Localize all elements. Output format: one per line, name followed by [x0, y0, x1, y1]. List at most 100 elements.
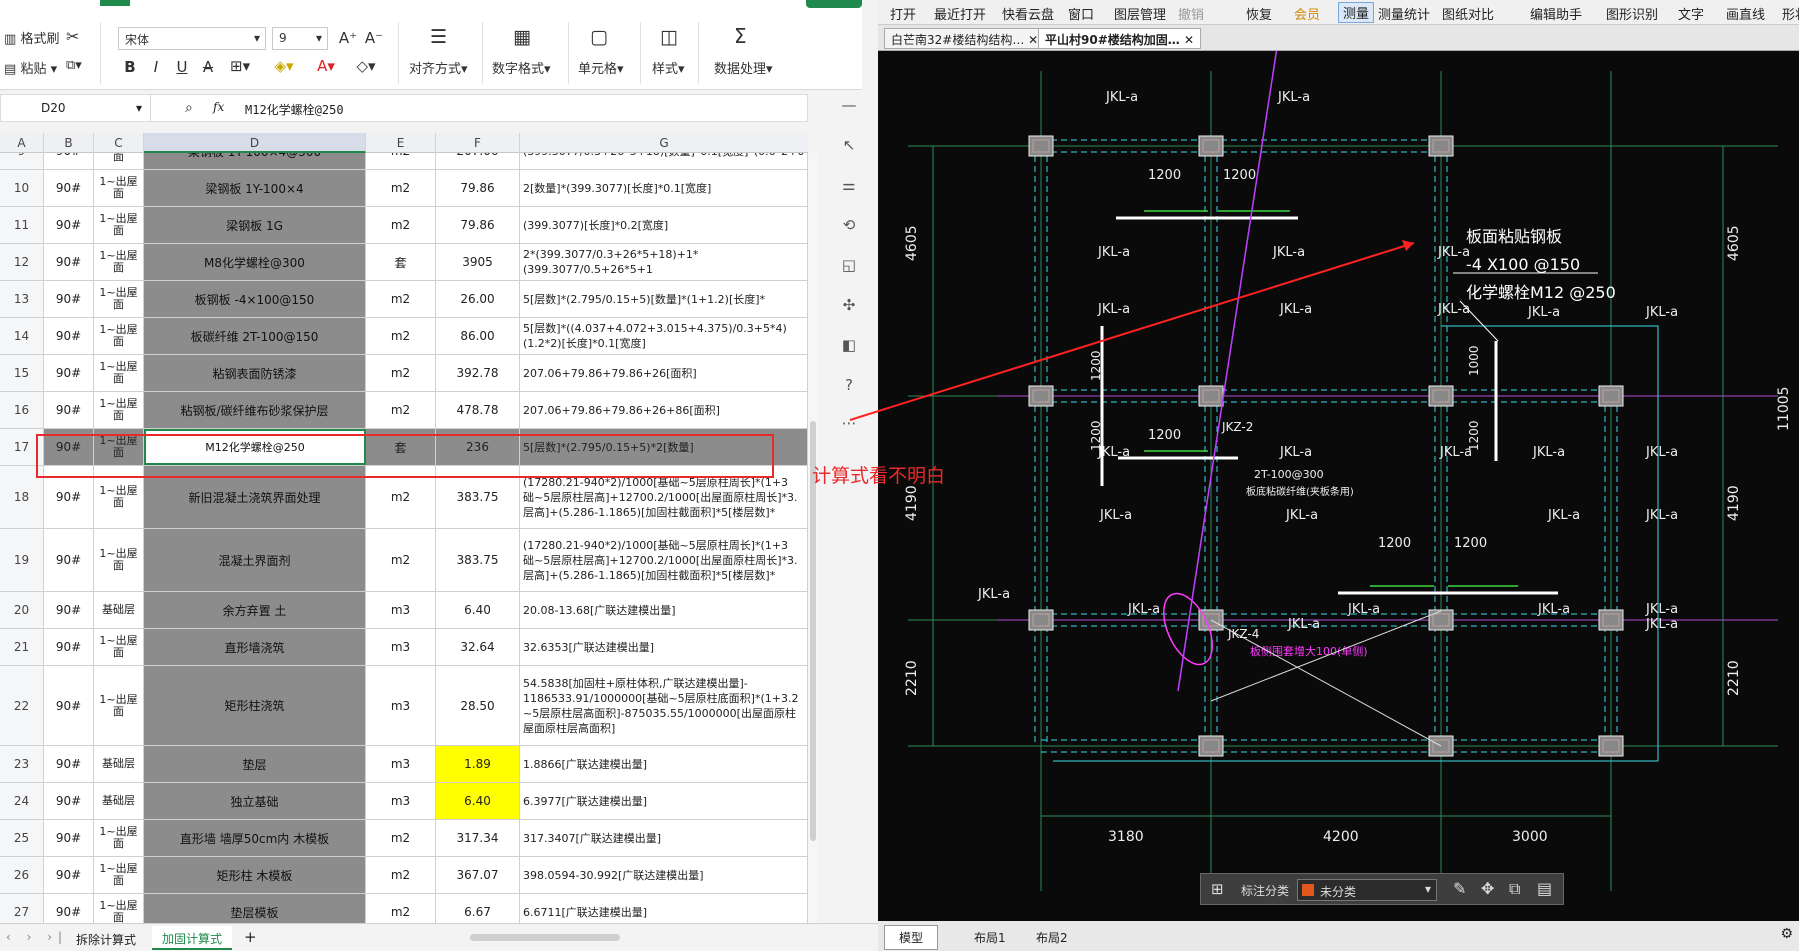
column-header-e[interactable]: E	[366, 133, 436, 153]
column-header-d[interactable]: D	[144, 133, 366, 153]
eraser-icon[interactable]: ◇▾	[356, 57, 376, 75]
table-cell-f[interactable]: 478.78	[436, 392, 520, 428]
table-cell-c[interactable]: 1~出屋面	[94, 629, 144, 665]
cad-menu-item-15[interactable]: 形状	[1782, 4, 1799, 23]
table-cell-b[interactable]: 90#	[44, 666, 94, 745]
table-cell-f[interactable]: 383.75	[436, 466, 520, 528]
cad-menu-item-3[interactable]: 窗口	[1068, 4, 1094, 23]
table-cell-e[interactable]: m3	[366, 746, 436, 782]
table-cell-g[interactable]: 207.06+79.86+79.86+26+86[面积]	[520, 392, 808, 428]
border-icon[interactable]: ⊞▾	[230, 57, 250, 75]
table-cell-e[interactable]: m2	[366, 466, 436, 528]
doc-tab-1[interactable]: 白芒南32#楼结构结构… ✕	[884, 28, 1046, 49]
table-cell-a[interactable]: 11	[0, 207, 44, 243]
column-header-g[interactable]: G	[520, 133, 808, 153]
table-cell-d[interactable]: 垫层	[144, 746, 366, 782]
tab-model[interactable]: 模型	[884, 925, 939, 950]
table-cell-f[interactable]: 367.07	[436, 857, 520, 893]
table-cell-b[interactable]: 90#	[44, 170, 94, 206]
table-cell-c[interactable]: 1~出屋面	[94, 355, 144, 391]
cad-menu-item-12[interactable]: 图形识别	[1606, 4, 1658, 23]
table-cell-b[interactable]: 90#	[44, 629, 94, 665]
table-cell-d[interactable]: 梁钢板 1Y-100×4@300	[144, 153, 366, 169]
tab-layout-1[interactable]: 布局1	[962, 927, 1018, 948]
minus-icon[interactable]: —	[838, 96, 860, 118]
table-cell-f[interactable]: 1.89	[436, 746, 520, 782]
table-cell-b[interactable]: 90#	[44, 355, 94, 391]
table-cell-a[interactable]: 14	[0, 318, 44, 354]
book-icon[interactable]: ◧	[838, 336, 860, 358]
font-color-icon[interactable]: A▾	[316, 57, 336, 75]
copy-icon[interactable]: ⧉▾	[66, 58, 82, 73]
table-cell-d[interactable]: 粘钢板/碳纤维布砂浆保护层	[144, 392, 366, 428]
close-icon[interactable]: ✕	[1184, 33, 1194, 47]
table-cell-b[interactable]: 90#	[44, 281, 94, 317]
table-cell-f[interactable]: 6.67	[436, 894, 520, 923]
vertical-scrollbar[interactable]	[808, 153, 818, 923]
italic-button[interactable]: I	[146, 58, 166, 76]
table-cell-c[interactable]: 1~出屋面	[94, 466, 144, 528]
cad-menu-item-0[interactable]: 打开	[890, 4, 916, 23]
settings-icon[interactable]: ⚙	[1780, 926, 1793, 942]
table-cell-e[interactable]: 套	[366, 244, 436, 280]
table-cell-a[interactable]: 13	[0, 281, 44, 317]
table-cell-c[interactable]: 1~出屋面	[94, 529, 144, 591]
fx-icon[interactable]: fx	[213, 100, 224, 114]
table-cell-a[interactable]: 20	[0, 592, 44, 628]
table-cell-c[interactable]: 1~出屋面	[94, 281, 144, 317]
table-cell-f[interactable]: 392.78	[436, 355, 520, 391]
table-cell-e[interactable]: m2	[366, 170, 436, 206]
decrease-font-icon[interactable]: A⁻	[364, 29, 384, 47]
table-cell-a[interactable]: 16	[0, 392, 44, 428]
table-cell-g[interactable]: 6.3977[广联达建模出量]	[520, 783, 808, 819]
cad-menu-item-11[interactable]: 编辑助手	[1530, 4, 1582, 23]
table-cell-d[interactable]: 梁钢板 1Y-100×4	[144, 170, 366, 206]
cad-drawing[interactable]: JKL-a JKL-aJKL-a JKL-a JKL-aJKL-a JKL-a JKL-a…	[878, 51, 1799, 921]
table-cell-b[interactable]: 90#	[44, 244, 94, 280]
cad-menu-item-1[interactable]: 最近打开	[934, 4, 986, 23]
table-cell-e[interactable]: m2	[366, 281, 436, 317]
table-cell-b[interactable]: 90#	[44, 783, 94, 819]
table-cell-e[interactable]: m2	[366, 153, 436, 169]
table-cell-c[interactable]: 1~出屋面	[94, 666, 144, 745]
table-cell-c[interactable]: 1~出屋面	[94, 207, 144, 243]
table-cell-e[interactable]: m2	[366, 894, 436, 923]
table-cell-g[interactable]: 398.0594-30.992[广联达建模出量]	[520, 857, 808, 893]
table-cell-b[interactable]: 90#	[44, 857, 94, 893]
grid-icon[interactable]: ⊞	[1211, 880, 1224, 898]
table-cell-f[interactable]: 6.40	[436, 783, 520, 819]
table-cell-c[interactable]: 1~出屋面	[94, 392, 144, 428]
table-cell-g[interactable]: 2*(399.3077/0.3+26*5+18)+1*(399.3077/0.5…	[520, 244, 808, 280]
table-cell-f[interactable]: 79.86	[436, 207, 520, 243]
table-cell-c[interactable]: 1~出屋面	[94, 318, 144, 354]
table-cell-g[interactable]: (399.3077/0.3+26*5+18)[数量]*0.1[宽度]*(0.6*…	[520, 153, 808, 169]
table-cell-b[interactable]: 90#	[44, 392, 94, 428]
rotate-icon[interactable]: ⟲	[838, 216, 860, 238]
bold-button[interactable]: B	[120, 58, 140, 76]
table-cell-g[interactable]: (17280.21-940*2)/1000[基础~5层原柱周长]*(1+3 础~…	[520, 529, 808, 591]
table-cell-f[interactable]: 86.00	[436, 318, 520, 354]
table-cell-f[interactable]: 207.06	[436, 153, 520, 169]
table-cell-a[interactable]: 17	[0, 429, 44, 465]
table-cell-c[interactable]: 基础层	[94, 592, 144, 628]
fill-color-icon[interactable]: ◈▾	[274, 57, 294, 75]
table-cell-d[interactable]: 矩形柱浇筑	[144, 666, 366, 745]
table-cell-f[interactable]: 32.64	[436, 629, 520, 665]
table-cell-c[interactable]: 1~出屋面	[94, 153, 144, 169]
table-cell-d[interactable]: 矩形柱 木模板	[144, 857, 366, 893]
cad-menu-item-4[interactable]: 图层管理	[1114, 4, 1166, 23]
table-cell-f[interactable]: 6.40	[436, 592, 520, 628]
cad-menu-item-8[interactable]: 测量	[1338, 2, 1375, 23]
table-cell-b[interactable]: 90#	[44, 529, 94, 591]
style-button[interactable]: 样式▾	[652, 58, 685, 77]
table-cell-c[interactable]: 1~出屋面	[94, 429, 144, 465]
align-button[interactable]: 对齐方式▾	[409, 58, 468, 77]
table-cell-e[interactable]: m3	[366, 592, 436, 628]
table-cell-f[interactable]: 26.00	[436, 281, 520, 317]
table-cell-c[interactable]: 基础层	[94, 746, 144, 782]
table-cell-d[interactable]: 新旧混凝土浇筑界面处理	[144, 466, 366, 528]
table-cell-g[interactable]: 317.3407[广联达建模出量]	[520, 820, 808, 856]
copy-icon[interactable]: ⧉	[1509, 879, 1520, 899]
close-icon[interactable]: ✕	[1028, 33, 1038, 47]
paste-button[interactable]: ▤ 粘贴 ▾	[4, 58, 57, 77]
